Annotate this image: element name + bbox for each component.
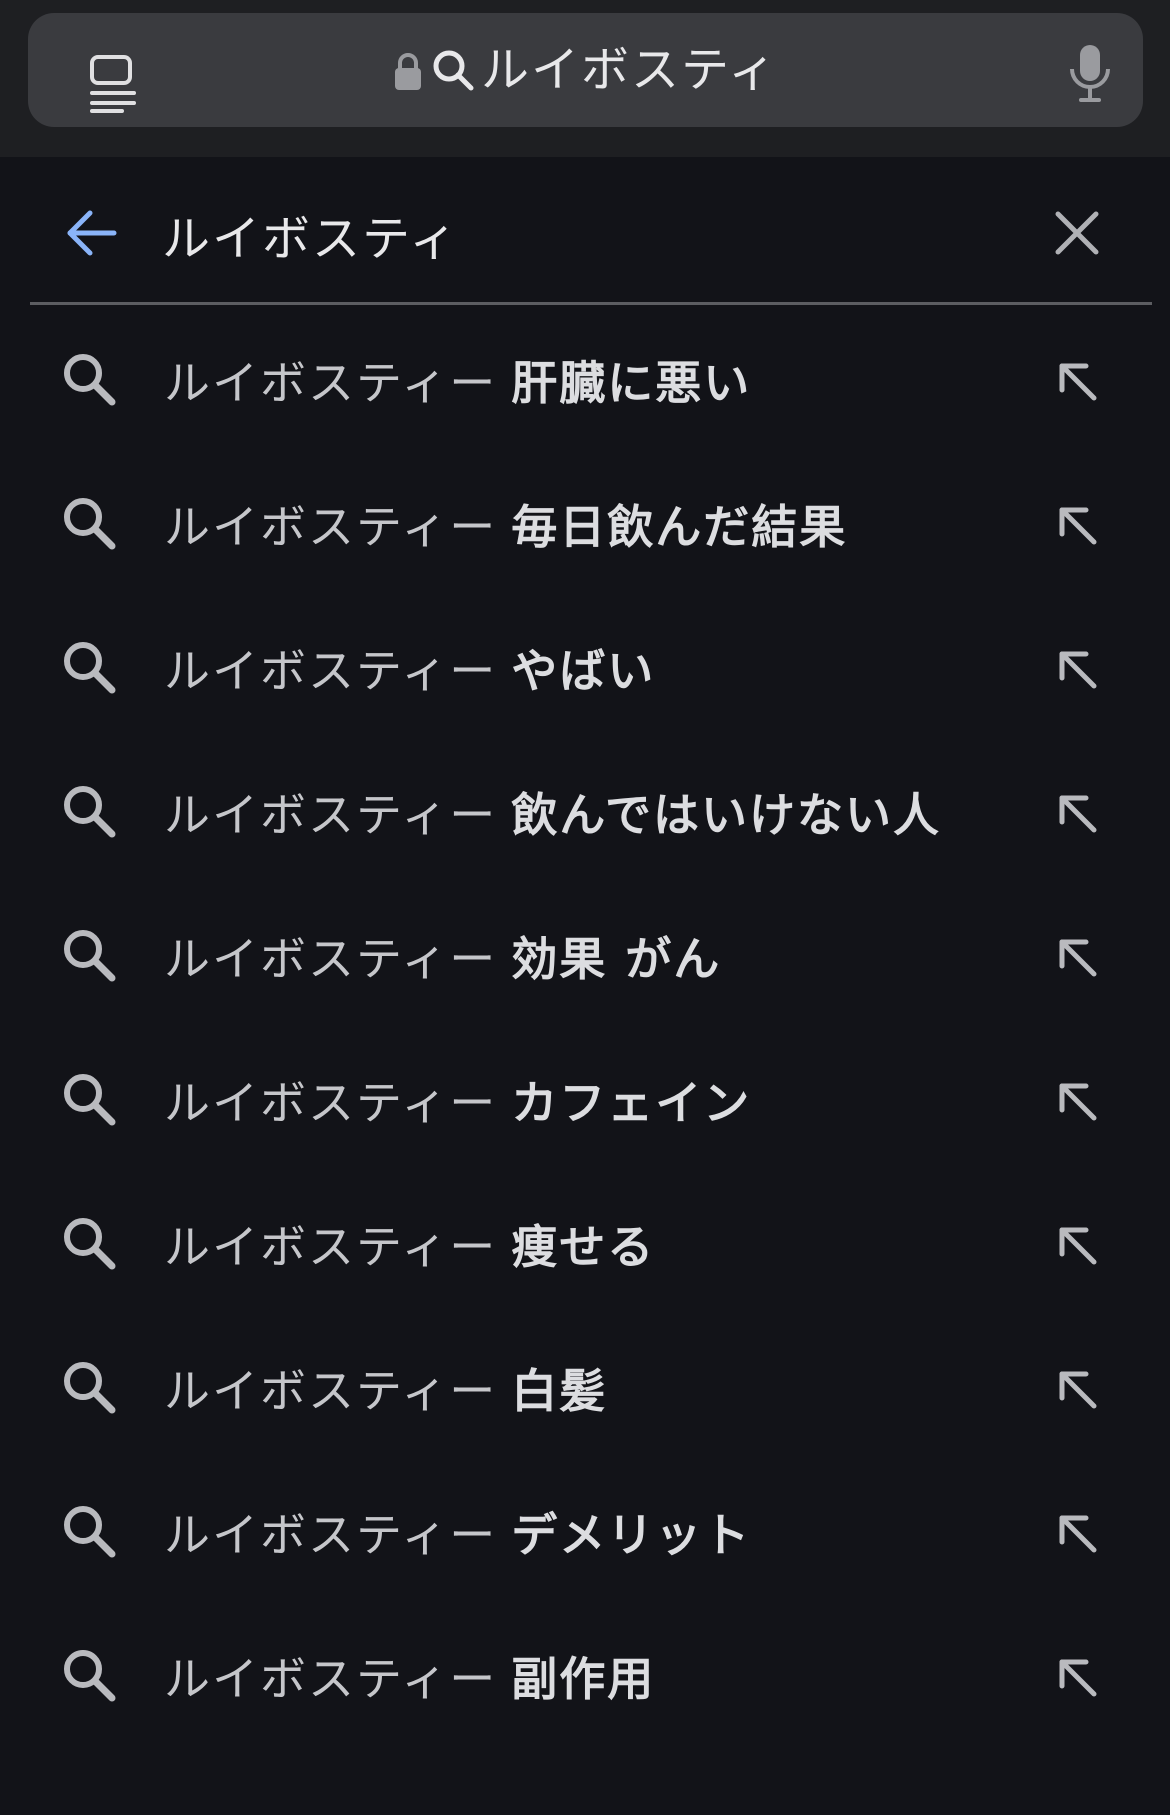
suggestion-prefix: ルイボスティー [164,1220,498,1274]
fill-query-arrow-icon[interactable] [1054,358,1100,404]
search-icon [64,642,116,694]
suggestion-prefix: ルイボスティー [164,1652,498,1706]
suggestion-prefix: ルイボスティー [164,1364,498,1418]
suggestion-completion: 副作用 [511,1652,656,1706]
suggestion-completion: 白髪 [511,1364,608,1418]
suggestion-prefix: ルイボスティー [164,932,498,986]
search-box [30,170,1152,305]
suggestion-list: ルイボスティー 肝臓に悪い ルイボスティー 毎日飲んだ結果 ルイボスティー やばい ル… [0,308,1170,1748]
fill-query-arrow-icon[interactable] [1054,1654,1100,1700]
search-icon [64,498,116,550]
clear-icon[interactable] [1052,208,1102,258]
microphone-icon[interactable] [1067,43,1113,103]
fill-query-arrow-icon[interactable] [1054,1510,1100,1556]
search-icon [64,1362,116,1414]
suggestion-completion: 効果 がん [511,932,722,986]
suggestion-completion: 飲んではいけない人 [511,788,941,842]
suggestion-item[interactable]: ルイボスティー デメリット [0,1460,1170,1604]
fill-query-arrow-icon[interactable] [1054,1366,1100,1412]
suggestion-completion: やばい [511,644,656,698]
suggestion-item[interactable]: ルイボスティー 痩せる [0,1172,1170,1316]
search-icon [433,50,474,91]
suggestion-prefix: ルイボスティー [164,500,498,554]
suggestion-item[interactable]: ルイボスティー 効果 がん [0,884,1170,1028]
search-icon [64,930,116,982]
fill-query-arrow-icon[interactable] [1054,1078,1100,1124]
suggestion-completion: 毎日飲んだ結果 [511,500,848,554]
suggestion-completion: 痩せる [511,1220,656,1274]
suggestion-prefix: ルイボスティー [164,1076,498,1130]
search-icon [64,1218,116,1270]
suggestion-item[interactable]: ルイボスティー 副作用 [0,1604,1170,1748]
suggestion-prefix: ルイボスティー [164,1508,498,1562]
suggestion-prefix: ルイボスティー [164,788,498,842]
search-icon [64,354,116,406]
fill-query-arrow-icon[interactable] [1054,790,1100,836]
suggestion-item[interactable]: ルイボスティー 飲んではいけない人 [0,740,1170,884]
suggestion-prefix: ルイボスティー [164,356,498,410]
fill-query-arrow-icon[interactable] [1054,502,1100,548]
search-icon [64,1650,116,1702]
browser-toolbar: ルイボスティ [0,0,1170,157]
search-input[interactable] [162,194,962,274]
suggestion-completion: カフェイン [511,1076,752,1130]
lock-icon [394,53,421,90]
address-bar-text: ルイボスティ [480,42,779,98]
fill-query-arrow-icon[interactable] [1054,1222,1100,1268]
search-icon [64,1506,116,1558]
suggestion-item[interactable]: ルイボスティー 白髪 [0,1316,1170,1460]
suggestion-completion: デメリット [511,1508,752,1562]
back-arrow-icon[interactable] [64,205,120,261]
search-icon [64,786,116,838]
suggestion-item[interactable]: ルイボスティー やばい [0,596,1170,740]
suggestion-completion: 肝臓に悪い [511,356,752,410]
suggestion-item[interactable]: ルイボスティー カフェイン [0,1028,1170,1172]
fill-query-arrow-icon[interactable] [1054,646,1100,692]
address-bar-content[interactable]: ルイボスティ [28,13,1143,127]
search-icon [64,1074,116,1126]
address-bar[interactable]: ルイボスティ [28,13,1143,127]
fill-query-arrow-icon[interactable] [1054,934,1100,980]
suggestion-item[interactable]: ルイボスティー 肝臓に悪い [0,308,1170,452]
suggestion-item[interactable]: ルイボスティー 毎日飲んだ結果 [0,452,1170,596]
suggestion-prefix: ルイボスティー [164,644,498,698]
